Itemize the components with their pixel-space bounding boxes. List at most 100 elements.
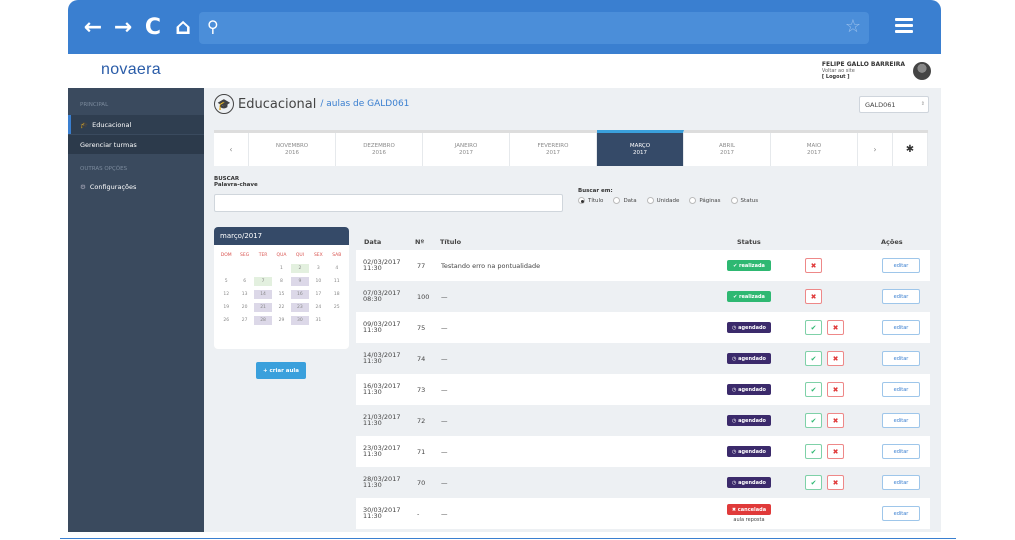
- cancel-class-button[interactable]: ✖: [827, 444, 844, 459]
- address-bar[interactable]: ⚲ ☆: [199, 12, 869, 44]
- search-label: BUSCAR Palavra-chave: [214, 176, 258, 188]
- confirm-class-button[interactable]: ✔: [805, 444, 822, 459]
- col-actions: Ações: [881, 238, 903, 246]
- graduation-cap-icon: 🎓: [214, 94, 234, 114]
- mini-calendar: março/2017 DOM SEG TER QUA QUI SEX SAB 1234 56…: [214, 227, 349, 349]
- bottom-divider: [60, 538, 956, 539]
- class-select[interactable]: GALD061 ⇕: [859, 96, 929, 113]
- confirm-class-button[interactable]: ✔: [805, 320, 822, 335]
- radio-titulo[interactable]: Título: [578, 197, 603, 204]
- row-number: 75: [417, 324, 426, 332]
- row-title: —: [441, 479, 448, 487]
- next-month-button[interactable]: ›: [858, 133, 893, 166]
- cancel-class-button[interactable]: ✖: [827, 413, 844, 428]
- table-row: 21/03/2017 11:30 72 — ◷ agendado ✔ ✖ editar: [356, 405, 930, 436]
- tab-month[interactable]: JANEIRO 2017: [423, 133, 510, 166]
- hamburger-menu-icon[interactable]: [895, 18, 913, 34]
- create-class-button[interactable]: + criar aula: [256, 362, 306, 379]
- reload-icon[interactable]: C: [142, 15, 164, 40]
- table-header: Data Nº Título Status Ações: [362, 234, 930, 250]
- edit-button[interactable]: editar: [882, 475, 920, 490]
- edit-button[interactable]: editar: [882, 382, 920, 397]
- sidebar-item-configuracoes[interactable]: ⚙ Configurações: [68, 177, 204, 196]
- col-title: Título: [440, 238, 462, 246]
- cancel-class-button[interactable]: ✖: [827, 320, 844, 335]
- row-number: 73: [417, 386, 426, 394]
- forward-arrow-icon[interactable]: →: [112, 15, 134, 40]
- radio-data[interactable]: Data: [613, 197, 637, 204]
- col-num: Nº: [415, 238, 425, 246]
- tab-month[interactable]: NOVEMBRO 2016: [249, 133, 336, 166]
- asterisk-button[interactable]: ✱: [893, 133, 928, 166]
- row-date: 16/03/2017 11:30: [363, 382, 401, 396]
- confirm-class-button[interactable]: ✔: [805, 475, 822, 490]
- sidebar-section-outras: OUTRAS OPÇÕES: [80, 166, 128, 172]
- row-title: —: [441, 448, 448, 456]
- cancel-class-button[interactable]: ✖: [805, 289, 822, 304]
- table-row: 14/03/2017 11:30 74 — ◷ agendado ✔ ✖ editar: [356, 343, 930, 374]
- search-icon: ⚲: [207, 17, 219, 36]
- confirm-class-button[interactable]: ✔: [805, 351, 822, 366]
- graduation-cap-icon: 🎓: [80, 120, 89, 129]
- radio-paginas[interactable]: Páginas: [689, 197, 721, 204]
- sidebar-item-educacional[interactable]: 🎓 Educacional: [68, 115, 204, 134]
- row-date: 30/03/2017 11:30: [363, 506, 401, 520]
- tab-month[interactable]: DEZEMBRO 2016: [336, 133, 423, 166]
- row-title: —: [441, 510, 448, 518]
- edit-button[interactable]: editar: [882, 258, 920, 273]
- tab-month[interactable]: MAIO 2017: [771, 133, 858, 166]
- edit-button[interactable]: editar: [882, 320, 920, 335]
- status-badge: ◷ agendado: [727, 446, 771, 457]
- search-in-label: Buscar em:: [578, 188, 613, 194]
- status-badge: ◷ agendado: [727, 353, 771, 364]
- calendar-title: março/2017: [214, 227, 349, 245]
- bookmark-star-icon[interactable]: ☆: [845, 16, 861, 37]
- edit-button[interactable]: editar: [882, 289, 920, 304]
- radio-unidade[interactable]: Unidade: [646, 197, 679, 204]
- row-date: 23/03/2017 11:30: [363, 444, 401, 458]
- sidebar-item-label: Educacional: [92, 120, 132, 129]
- col-date: Data: [364, 238, 382, 246]
- prev-month-button[interactable]: ‹: [214, 133, 249, 166]
- tab-month[interactable]: ABRIL 2017: [684, 133, 771, 166]
- row-number: 77: [417, 262, 426, 270]
- row-title: —: [441, 417, 448, 425]
- sidebar-section-principal: PRINCIPAL: [80, 102, 109, 108]
- main-content: 🎓 Educacional / aulas de GALD061 GALD061…: [204, 88, 941, 532]
- class-select-value: GALD061: [865, 101, 896, 109]
- table-row: 28/03/2017 11:30 70 — ◷ agendado ✔ ✖ editar: [356, 467, 930, 498]
- cancel-class-button[interactable]: ✖: [827, 475, 844, 490]
- home-icon[interactable]: ⌂: [172, 15, 194, 40]
- row-title: —: [441, 293, 448, 301]
- edit-button[interactable]: editar: [882, 444, 920, 459]
- table-row: 23/03/2017 11:30 71 — ◷ agendado ✔ ✖ editar: [356, 436, 930, 467]
- back-arrow-icon[interactable]: ←: [82, 15, 104, 40]
- confirm-class-button[interactable]: ✔: [805, 382, 822, 397]
- status-note: aula reposta: [733, 517, 765, 523]
- logout-link[interactable]: [ Logout ]: [822, 74, 905, 80]
- tab-month-selected[interactable]: MARÇO 2017: [597, 130, 684, 166]
- row-date: 02/03/2017 11:30: [363, 258, 401, 272]
- keyword-search-input[interactable]: [214, 194, 563, 212]
- row-number: -: [417, 510, 420, 518]
- tab-month[interactable]: FEVEREIRO 2017: [510, 133, 597, 166]
- edit-button[interactable]: editar: [882, 351, 920, 366]
- cancel-class-button[interactable]: ✖: [805, 258, 822, 273]
- col-status: Status: [737, 238, 761, 246]
- avatar[interactable]: [913, 62, 931, 80]
- table-row: 16/03/2017 11:30 73 — ◷ agendado ✔ ✖ editar: [356, 374, 930, 405]
- row-title: —: [441, 355, 448, 363]
- confirm-class-button[interactable]: ✔: [805, 413, 822, 428]
- cancel-class-button[interactable]: ✖: [827, 351, 844, 366]
- row-number: 74: [417, 355, 426, 363]
- page-title: 🎓 Educacional / aulas de GALD061: [214, 94, 409, 114]
- edit-button[interactable]: editar: [882, 506, 920, 521]
- status-badge: ◷ agendado: [727, 322, 771, 333]
- sidebar-item-gerenciar-turmas[interactable]: Gerenciar turmas: [68, 135, 204, 154]
- cancel-class-button[interactable]: ✖: [827, 382, 844, 397]
- row-number: 70: [417, 479, 426, 487]
- nav-buttons: ← → C ⌂: [82, 12, 194, 42]
- radio-status[interactable]: Status: [730, 197, 758, 204]
- edit-button[interactable]: editar: [882, 413, 920, 428]
- logo[interactable]: novaera: [101, 61, 161, 79]
